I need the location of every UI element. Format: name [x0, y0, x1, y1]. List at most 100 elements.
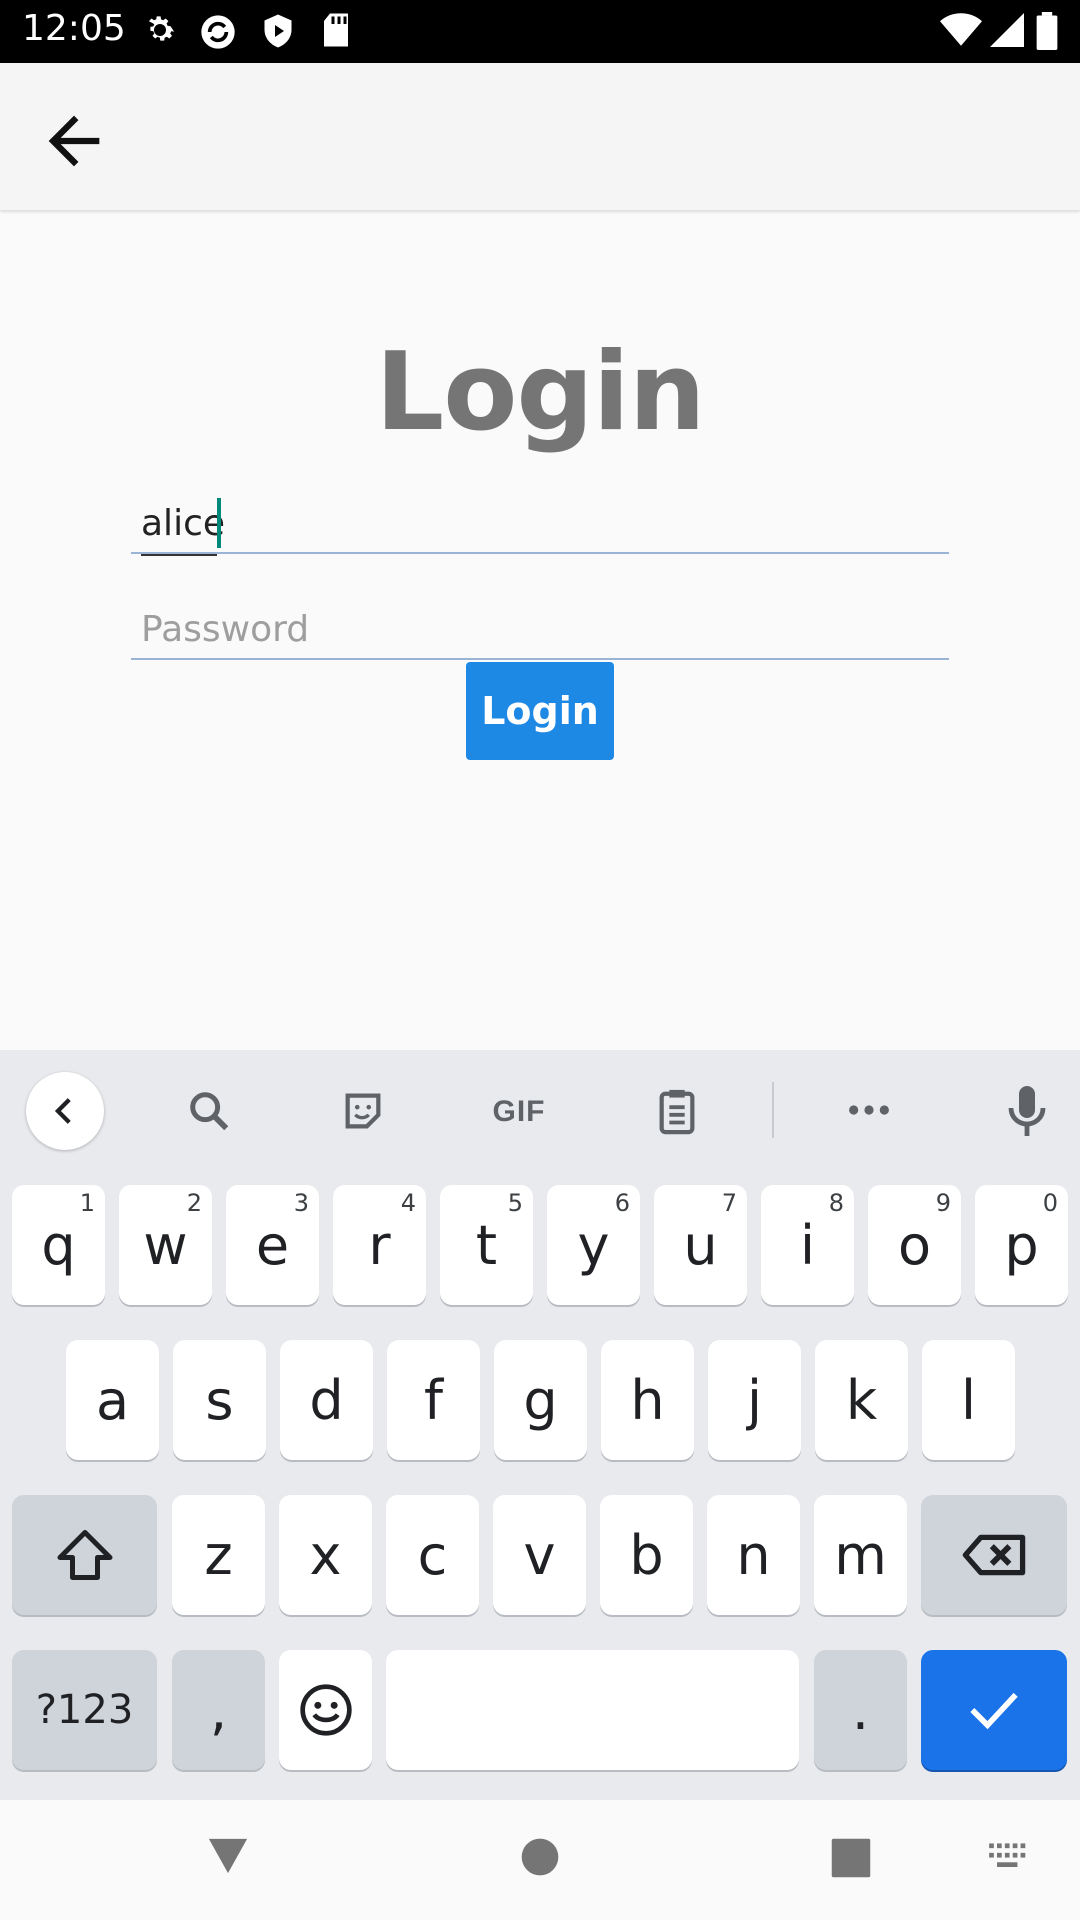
navigation-bar	[0, 1800, 1080, 1920]
password-field[interactable]	[131, 598, 949, 660]
key[interactable]: v	[493, 1495, 586, 1615]
back-arrow-icon[interactable]	[36, 103, 112, 179]
status-bar: 12:05	[0, 0, 1080, 63]
key[interactable]: r4	[333, 1185, 426, 1305]
shift-arrow-icon	[57, 1530, 112, 1580]
emoji-key[interactable]	[279, 1650, 372, 1770]
key[interactable]: y6	[547, 1185, 640, 1305]
key[interactable]: w2	[119, 1185, 212, 1305]
key-label: e	[255, 1213, 290, 1277]
key[interactable]: k	[815, 1340, 908, 1460]
backspace-key[interactable]	[921, 1495, 1067, 1615]
key-hint: 5	[507, 1189, 523, 1217]
key-label: u	[683, 1213, 718, 1277]
settings-icon	[148, 16, 175, 41]
status-time: 12:05	[22, 8, 126, 49]
key-label: n	[736, 1523, 771, 1587]
checkmark-icon	[970, 1692, 1018, 1730]
key-hint: 9	[935, 1189, 951, 1217]
key[interactable]: u7	[654, 1185, 747, 1305]
symbols-key[interactable]: ?123	[12, 1650, 157, 1770]
home-circle-icon[interactable]	[520, 1837, 560, 1877]
key-hint: 1	[79, 1189, 95, 1217]
cell-signal-icon	[990, 13, 1024, 47]
key-label: m	[834, 1523, 887, 1587]
app-bar	[0, 63, 1080, 210]
key[interactable]: z	[172, 1495, 265, 1615]
clipboard-icon[interactable]	[654, 1086, 700, 1136]
space-key[interactable]	[386, 1650, 799, 1770]
backspace-icon	[962, 1534, 1026, 1576]
key[interactable]: x	[279, 1495, 372, 1615]
key[interactable]: l	[922, 1340, 1015, 1460]
key[interactable]: h	[601, 1340, 694, 1460]
key[interactable]: a	[66, 1340, 159, 1460]
key-label: b	[629, 1523, 664, 1587]
key[interactable]: p0	[975, 1185, 1068, 1305]
key-hint: 4	[400, 1189, 416, 1217]
composing-underline	[141, 554, 217, 556]
comma-key[interactable]: ,	[172, 1650, 265, 1770]
back-triangle-icon[interactable]	[205, 1835, 251, 1877]
key[interactable]: t5	[440, 1185, 533, 1305]
key[interactable]: b	[600, 1495, 693, 1615]
key[interactable]: j	[708, 1340, 801, 1460]
key-label: k	[845, 1368, 878, 1432]
username-input[interactable]	[141, 503, 931, 544]
battery-icon	[1036, 12, 1058, 50]
wifi-icon	[940, 13, 982, 46]
key-label: y	[577, 1213, 610, 1277]
recents-square-icon[interactable]	[830, 1837, 872, 1879]
key-hint: 0	[1042, 1189, 1058, 1217]
key-label: d	[309, 1368, 344, 1432]
key[interactable]: q1	[12, 1185, 105, 1305]
key[interactable]: n	[707, 1495, 800, 1615]
key[interactable]: g	[494, 1340, 587, 1460]
username-field[interactable]	[131, 492, 949, 554]
key[interactable]: e3	[226, 1185, 319, 1305]
done-key[interactable]	[921, 1650, 1067, 1770]
key-label: r	[368, 1213, 391, 1277]
shield-play-icon	[264, 14, 292, 48]
key-label: g	[523, 1368, 558, 1432]
key[interactable]: o9	[868, 1185, 961, 1305]
key-label: i	[799, 1213, 815, 1277]
key-hint: 7	[721, 1189, 737, 1217]
shift-key[interactable]	[12, 1495, 157, 1615]
key-hint: 2	[186, 1189, 202, 1217]
key-label: l	[960, 1368, 976, 1432]
key-hint: 3	[293, 1189, 309, 1217]
key-label: o	[897, 1213, 932, 1277]
login-button[interactable]: Login	[466, 662, 614, 760]
key[interactable]: s	[173, 1340, 266, 1460]
key-label: x	[309, 1523, 342, 1587]
key[interactable]: d	[280, 1340, 373, 1460]
sticker-icon[interactable]	[340, 1088, 386, 1134]
key-label: q	[41, 1213, 76, 1277]
search-icon[interactable]	[186, 1088, 232, 1134]
microphone-icon[interactable]	[1006, 1084, 1048, 1140]
chevron-left-icon	[54, 1098, 71, 1124]
key-label: j	[746, 1368, 762, 1432]
key[interactable]: i8	[761, 1185, 854, 1305]
sd-card-icon	[324, 13, 348, 47]
toolbar-divider	[772, 1082, 774, 1138]
key-label: s	[205, 1368, 234, 1432]
key-label: p	[1004, 1213, 1039, 1277]
key-label: c	[417, 1523, 448, 1587]
key[interactable]: m	[814, 1495, 907, 1615]
key[interactable]: f	[387, 1340, 480, 1460]
gif-button[interactable]: GIF	[486, 1090, 552, 1134]
password-input[interactable]	[141, 609, 931, 650]
text-cursor	[217, 498, 221, 548]
key-label: z	[204, 1523, 233, 1587]
key[interactable]: c	[386, 1495, 479, 1615]
key-hint: 6	[614, 1189, 630, 1217]
emoji-icon	[299, 1684, 352, 1736]
keyboard-switch-icon[interactable]	[986, 1840, 1030, 1872]
more-options-icon[interactable]	[846, 1098, 892, 1122]
period-key[interactable]: .	[814, 1650, 907, 1770]
keyboard-collapse-button[interactable]	[26, 1072, 104, 1150]
key-label: f	[423, 1368, 443, 1432]
key-label: v	[523, 1523, 556, 1587]
